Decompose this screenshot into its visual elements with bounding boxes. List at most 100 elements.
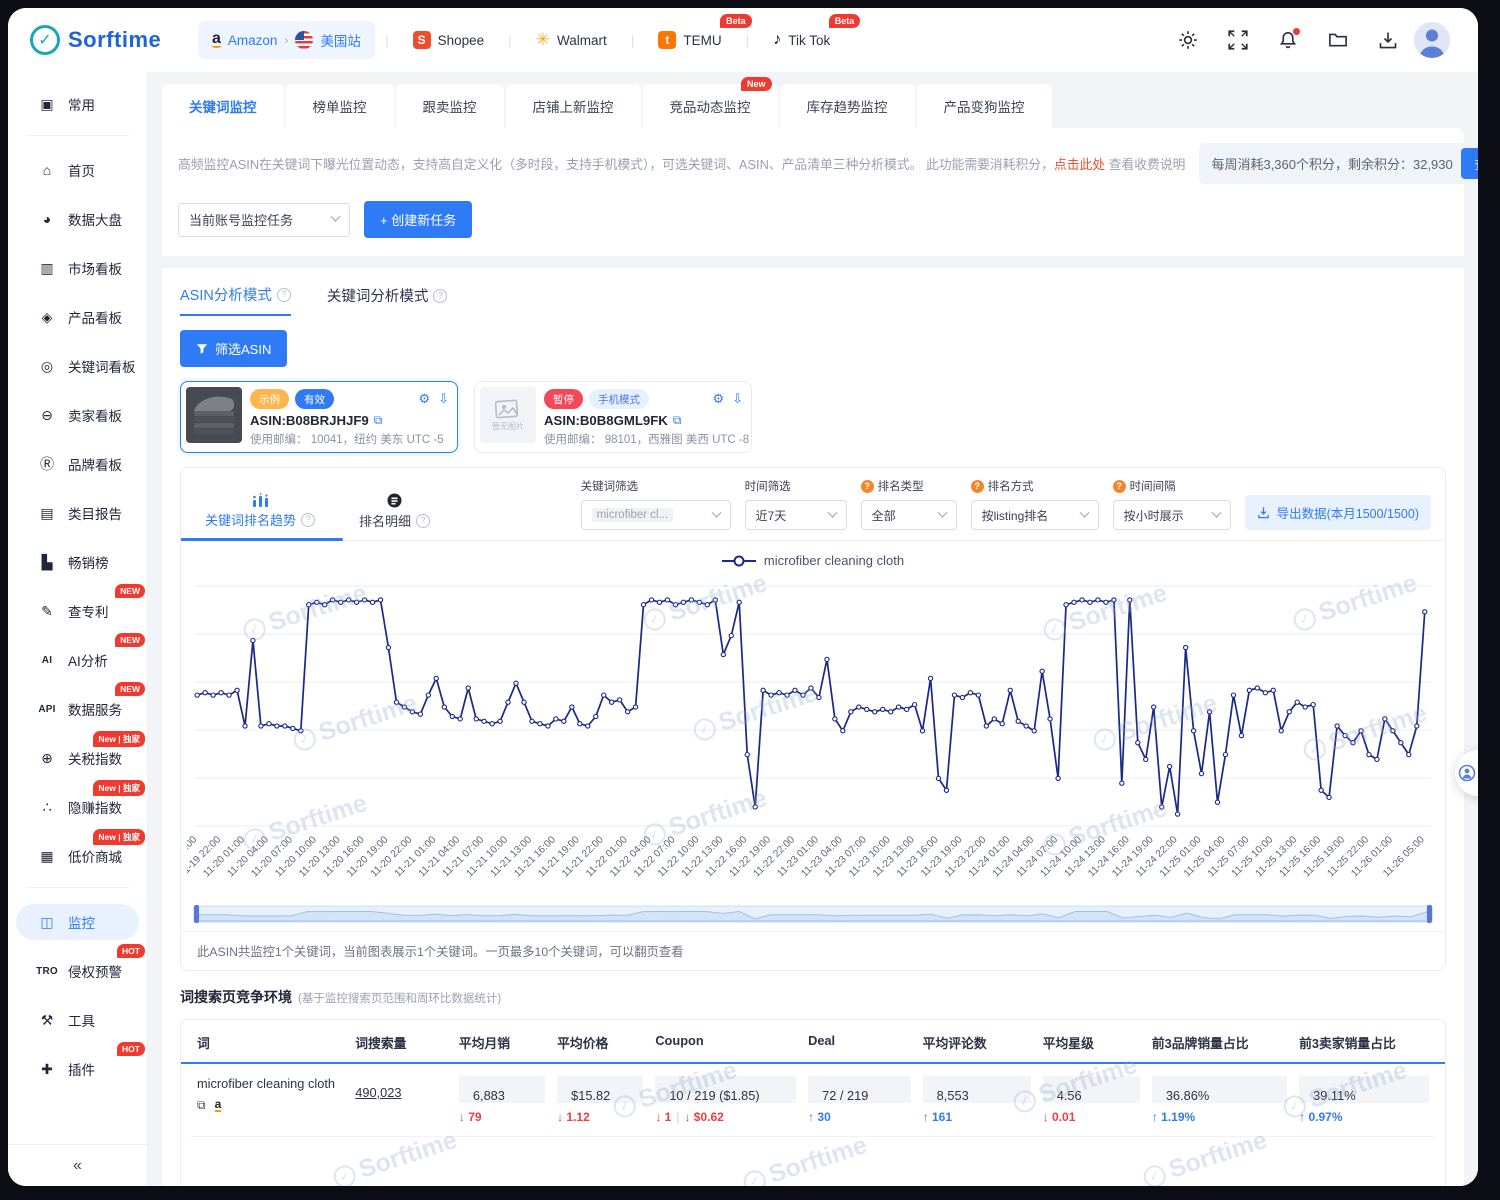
- new-badge: New | 独家: [93, 731, 145, 747]
- market-walmart[interactable]: ✳Walmart: [522, 21, 621, 59]
- sidebar-item-label: 数据大盘: [68, 209, 122, 229]
- tab-库存趋势监控[interactable]: 库存趋势监控: [780, 84, 915, 128]
- banner-description: 高频监控ASIN在关键词下曝光位置动态，支持高自定义化（多时段，支持手机模式），…: [178, 157, 1054, 172]
- logo[interactable]: ✓ Sorftime: [30, 25, 198, 55]
- asin-card-2[interactable]: 暂无图片 暂停 手机模式 ⚙ ⇩ ASIN:B0B8GM: [474, 381, 752, 453]
- sidebar-item-patent[interactable]: ✎查专利NEW: [8, 593, 147, 629]
- market-amazon[interactable]: aAmazon›美国站: [198, 21, 375, 59]
- copy-icon[interactable]: ⧉: [197, 1098, 206, 1113]
- user-avatar[interactable]: [1414, 22, 1450, 58]
- search-volume-value[interactable]: 490,023: [355, 1085, 401, 1100]
- sidebar-item-product-board[interactable]: ◈产品看板: [8, 299, 147, 335]
- required-help-icon[interactable]: ?: [1113, 480, 1126, 493]
- sidebar-item-market-board[interactable]: ▥市场看板: [8, 250, 147, 286]
- tab-产品变狗监控[interactable]: 产品变狗监控: [917, 84, 1052, 128]
- required-help-icon[interactable]: ?: [971, 480, 984, 493]
- settings-gear-icon[interactable]: [1178, 30, 1198, 50]
- sidebar-item-low-price-mall[interactable]: ▦低价商城New | 独家: [8, 838, 147, 874]
- notifications-bell-icon[interactable]: [1278, 30, 1298, 50]
- help-icon[interactable]: ?: [301, 513, 315, 527]
- sidebar-item-plugin[interactable]: ✚插件HOT: [8, 1051, 147, 1087]
- sidebar-item-label: 品牌看板: [68, 454, 122, 474]
- sidebar-item-seller-board[interactable]: ⊖卖家看板: [8, 397, 147, 433]
- filter-select[interactable]: 按小时展示: [1113, 500, 1231, 530]
- card-download-icon[interactable]: ⇩: [732, 391, 743, 407]
- sidebar-item-api[interactable]: API数据服务NEW: [8, 691, 147, 727]
- sidebar-item-toolbox[interactable]: ⚒工具: [8, 1002, 147, 1038]
- create-task-button[interactable]: + 创建新任务: [364, 201, 472, 238]
- tab-跟卖监控[interactable]: 跟卖监控: [396, 84, 504, 128]
- beta-badge: Beta: [829, 14, 861, 28]
- sidebar-item-label: 卖家看板: [68, 405, 122, 425]
- help-icon[interactable]: ?: [416, 514, 430, 528]
- tab-rank-trend[interactable]: 关键词排名趋势?: [205, 493, 315, 540]
- sidebar-item-shield[interactable]: ▣常用: [8, 86, 147, 122]
- sidebar-item-keyword-board[interactable]: ◎关键词看板: [8, 348, 147, 384]
- sidebar-item-data-dashboard[interactable]: ◕数据大盘: [8, 201, 147, 237]
- app-body: ▣常用 ⌂首页 ◕数据大盘 ▥市场看板 ◈产品看板 ◎关键词看板 ⊖卖家看板 Ⓡ品牌看板 ▤类目…: [8, 72, 1478, 1186]
- filter-select[interactable]: microfiber cl...: [581, 500, 731, 530]
- shield-icon: ▣: [36, 96, 58, 113]
- metric-delta: ↓ 0.01: [1043, 1110, 1140, 1124]
- amazon-link-icon[interactable]: a: [215, 1099, 222, 1112]
- no-image-label: 暂无图片: [492, 421, 524, 432]
- market-shopee[interactable]: SShopee: [399, 22, 499, 58]
- sidebar-item-ai[interactable]: AIAI分析NEW: [8, 642, 147, 678]
- chart-legend[interactable]: microfiber cleaning cloth: [181, 541, 1445, 568]
- task-select[interactable]: 当前账号监控任务: [178, 203, 350, 237]
- sidebar-item-home[interactable]: ⌂首页: [8, 152, 147, 188]
- market-tik-tok[interactable]: ♪Tik TokBeta: [759, 22, 844, 58]
- sidebar-divider: [26, 887, 129, 888]
- tab-关键词监控[interactable]: 关键词监控: [162, 84, 284, 128]
- tab-店铺上新监控[interactable]: 店铺上新监控: [506, 84, 641, 128]
- tab-榜单监控[interactable]: 榜单监控: [286, 84, 394, 128]
- arrow-down-icon: ↓ 79: [459, 1110, 482, 1124]
- filter-asin-button[interactable]: 筛选ASIN: [180, 330, 287, 367]
- sidebar-item-label: AI分析: [68, 650, 108, 670]
- search-volume-cell: 490,023: [349, 1064, 453, 1136]
- card-settings-gear-icon[interactable]: ⚙: [712, 391, 724, 407]
- card-settings-gear-icon[interactable]: ⚙: [418, 391, 430, 407]
- toolbox-icon: ⚒: [36, 1012, 58, 1029]
- sidebar-item-bestseller[interactable]: ▙畅销榜: [8, 544, 147, 580]
- fullscreen-icon[interactable]: [1228, 30, 1248, 50]
- sidebar-item-tariff-index[interactable]: ⊕关税指数New | 独家: [8, 740, 147, 776]
- card-download-icon[interactable]: ⇩: [438, 391, 449, 407]
- view-button[interactable]: 查看: [1461, 148, 1478, 179]
- tro-icon: TRO: [36, 966, 58, 977]
- tab-rank-detail[interactable]: 排名明细?: [359, 493, 430, 540]
- files-folder-icon[interactable]: [1328, 30, 1348, 50]
- copy-icon[interactable]: ⧉: [374, 413, 383, 428]
- help-icon[interactable]: ?: [433, 289, 447, 303]
- market-temu[interactable]: tTEMUBeta: [644, 22, 735, 58]
- chart-panel: 关键词排名趋势? 排名明细? 关键词筛选microfiber cl... 时间筛选…: [180, 467, 1446, 971]
- export-data-button[interactable]: 导出数据(本月1500/1500): [1245, 495, 1431, 530]
- credits-pill: 每周消耗3,360个积分，剩余积分：32,930 查看 充值: [1199, 143, 1478, 184]
- filter-select[interactable]: 近7天: [745, 500, 847, 530]
- copy-icon[interactable]: ⧉: [673, 413, 682, 428]
- required-help-icon[interactable]: ?: [861, 480, 874, 493]
- row-divider: [191, 1136, 1435, 1137]
- sidebar-item-profit-index[interactable]: ∴隐赚指数New | 独家: [8, 789, 147, 825]
- tab-asin-mode[interactable]: ASIN分析模式 ?: [180, 284, 291, 316]
- filter-label-text: 时间筛选: [745, 478, 791, 494]
- sidebar-item-monitor[interactable]: ◫监控: [16, 904, 139, 940]
- keyword-icons: ⧉a: [197, 1098, 343, 1113]
- datazoom-slider[interactable]: [193, 905, 1433, 923]
- pricing-link[interactable]: 点击此处: [1054, 157, 1105, 172]
- sidebar-collapse-button[interactable]: «: [8, 1144, 147, 1186]
- filter-select[interactable]: 按listing排名: [971, 500, 1099, 530]
- market-name: Amazon: [228, 33, 278, 48]
- sidebar-item-brand-board[interactable]: Ⓡ品牌看板: [8, 446, 147, 482]
- sidebar-item-tro[interactable]: TRO侵权预警HOT: [8, 953, 147, 989]
- filter-1: 关键词筛选microfiber cl...: [581, 478, 731, 530]
- download-center-icon[interactable]: [1378, 30, 1398, 50]
- asin-card-1[interactable]: 示例 有效 ⚙ ⇩ ASIN:B08BRJHJF9⧉ 使用邮编： 10041，纽…: [180, 381, 458, 453]
- help-icon[interactable]: ?: [277, 288, 291, 302]
- zip-info: 使用邮编： 10041，纽约 美东 UTC -5: [250, 431, 449, 447]
- keyword-name: microfiber cleaning cloth: [197, 1076, 343, 1091]
- tab-竞品动态监控[interactable]: 竞品动态监控New: [643, 84, 778, 128]
- filter-select[interactable]: 全部: [861, 500, 957, 530]
- sidebar-item-category-report[interactable]: ▤类目报告: [8, 495, 147, 531]
- tab-keyword-mode[interactable]: 关键词分析模式 ?: [327, 284, 448, 316]
